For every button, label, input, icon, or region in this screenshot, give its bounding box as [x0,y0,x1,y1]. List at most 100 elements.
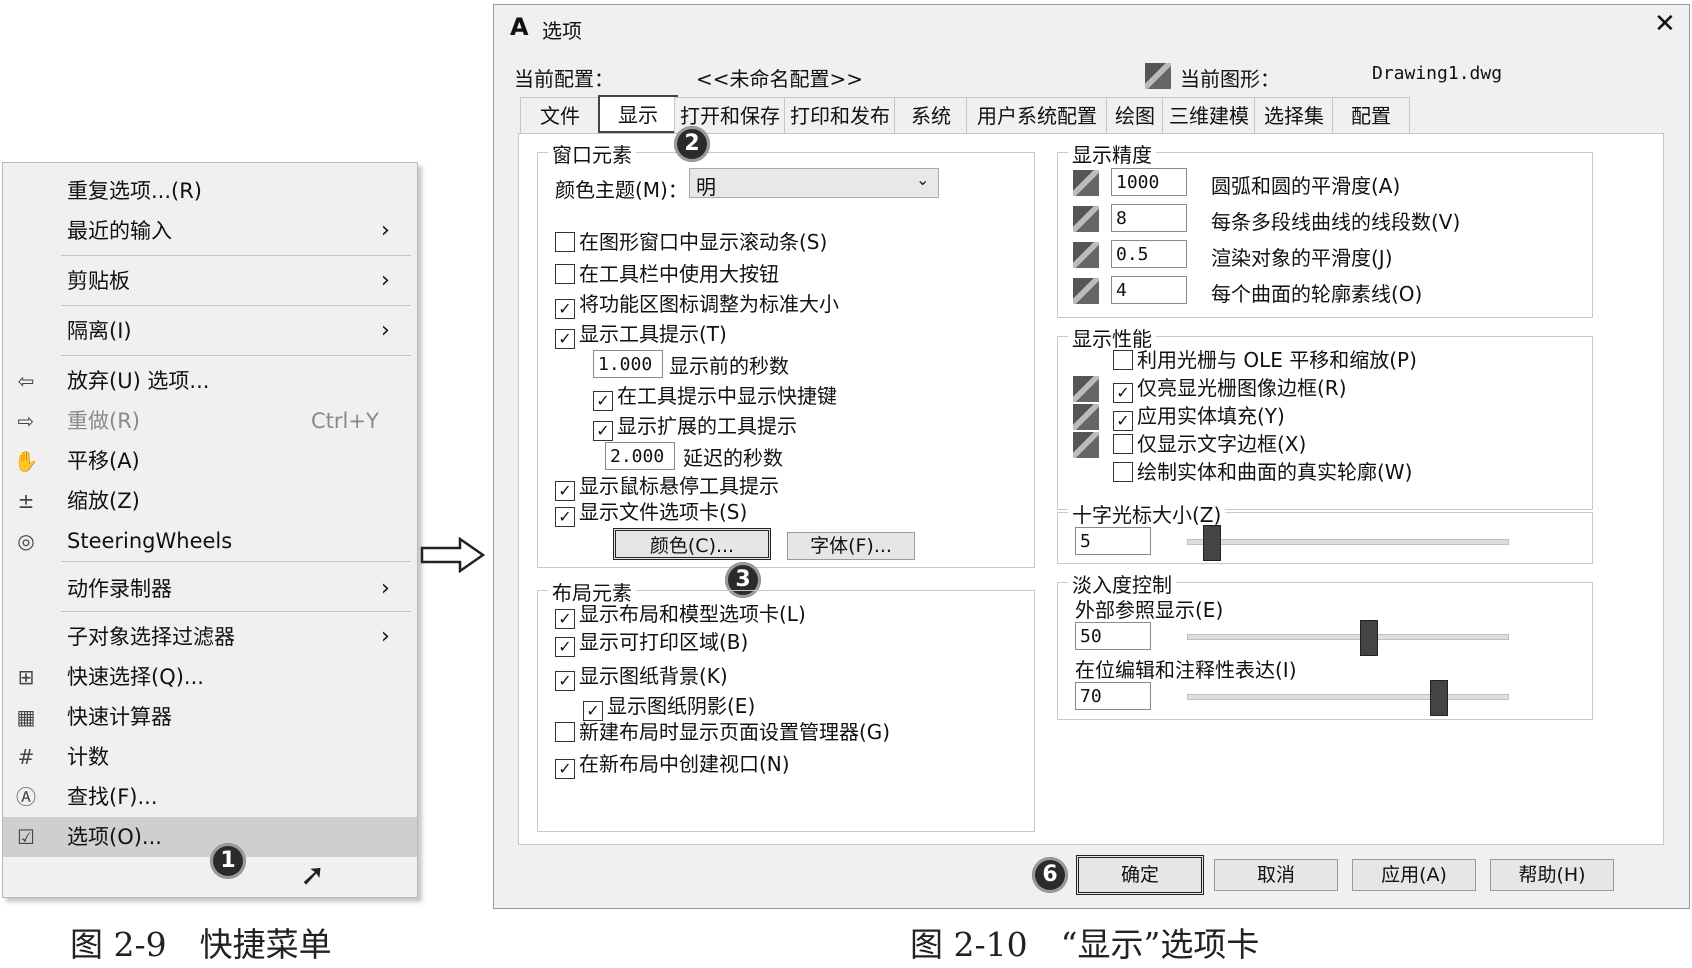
menu-item[interactable]: 动作录制器 › [3,569,417,609]
window-elements-title: 窗口元素 [548,139,636,168]
chevron-right-icon: › [381,268,390,293]
checkbox-option[interactable]: ✓ 显示布局和模型选项卡(L) [555,602,806,629]
tab-4[interactable]: 系统 [894,97,968,134]
tab-3[interactable]: 打印和发布 [784,97,896,134]
context-menu: 重复选项...(R) 最近的输入 › 剪贴板 › 隔离(I) › ⇦ 放弃(U) 选项... ⇨ 重… [2,162,418,898]
checkbox-label: 应用实体填充(Y) [1137,404,1285,428]
menu-item[interactable]: 剪贴板 › [3,261,417,301]
checked-box-icon: ✓ [583,701,603,721]
xref-label: 外部参照显示(E) [1075,598,1224,622]
checked-box-icon: ✓ [1113,411,1133,431]
colors-button[interactable]: 颜色(C)... [613,528,771,560]
redo-icon: ⇨ [17,409,35,433]
menu-item[interactable]: ⇨ 重做(R) Ctrl+Y [3,401,417,441]
figure-caption-right: 图 2-10 “显示”选项卡 [910,925,1260,964]
resolution-input[interactable]: 4 [1111,276,1187,304]
checkbox-option[interactable]: 仅显示文字边框(X) [1113,432,1306,456]
apply-button[interactable]: 应用(A) [1352,859,1476,891]
color-scheme-label: 颜色主题(M)： [555,178,688,202]
crosshair-size-input[interactable]: 5 [1075,527,1151,555]
file-tabs-checkbox[interactable]: ✓ 显示文件选项卡(S) [555,500,747,527]
menu-item-label: 子对象选择过滤器 [67,625,235,649]
checkbox-option[interactable]: 在工具栏中使用大按钮 [555,262,779,286]
checkbox-option[interactable]: ✓ 仅亮显光栅图像边框(R) [1113,376,1347,403]
menu-item[interactable]: 最近的输入 › [3,211,417,251]
menu-item[interactable]: 重复选项...(R) [3,171,417,211]
find-icon: Ⓐ [16,785,36,809]
ok-button[interactable]: 确定 [1076,855,1204,895]
profile-label: 当前配置： [514,67,614,91]
delay-seconds-input[interactable]: 2.000 [605,442,675,470]
menu-item[interactable]: ± 缩放(Z) [3,481,417,521]
autocad-logo-icon: A [510,13,529,41]
menu-item[interactable]: ✋ 平移(A) [3,441,417,481]
tab-1[interactable]: 显示 [598,95,678,133]
resolution-input[interactable]: 0.5 [1111,240,1187,268]
checkbox-option[interactable]: 新建布局时显示页面设置管理器(G) [555,720,890,744]
checkbox-label: 显示工具提示(T) [579,322,727,346]
figure-caption-left: 图 2-9 快捷菜单 [70,925,332,964]
menu-item[interactable]: ⊞ 快速选择(Q)... [3,657,417,697]
menu-item-label: 计数 [67,745,109,769]
unchecked-box-icon [1113,350,1133,370]
checked-box-icon: ✓ [555,637,575,657]
resolution-input[interactable]: 8 [1111,204,1187,232]
menu-item[interactable]: 子对象选择过滤器 › [3,617,417,657]
show-shortcut-checkbox[interactable]: ✓ 在工具提示中显示快捷键 [593,384,837,411]
checkbox-option[interactable]: ✓ 显示图纸阴影(E) [583,694,755,721]
tab-6[interactable]: 绘图 [1106,97,1164,134]
tooltip-seconds-input[interactable]: 1.000 [593,350,663,378]
resolution-input[interactable]: 1000 [1111,168,1187,196]
fonts-button[interactable]: 字体(F)... [787,532,915,560]
crosshair-slider-thumb[interactable] [1202,525,1221,561]
checkbox-option[interactable]: 利用光栅与 OLE 平移和缩放(P) [1113,348,1417,372]
close-icon[interactable]: ✕ [1654,9,1676,39]
xref-slider-track[interactable] [1187,634,1509,640]
menu-item-label: 隔离(I) [67,319,132,343]
drawing-label: 当前图形： [1180,67,1280,91]
xref-slider-thumb[interactable] [1360,620,1379,656]
menu-separator [61,355,411,356]
display-tab-pane: 窗口元素 2 颜色主题(M)： 明 ⌄ 在图形窗口中显示滚动条(S) 在工具栏中使… [518,126,1664,845]
tab-8[interactable]: 选择集 [1254,97,1334,134]
chevron-right-icon: › [381,318,390,343]
inplace-slider-thumb[interactable] [1429,680,1448,716]
menu-item-label: 最近的输入 [67,219,172,243]
inplace-slider-track[interactable] [1187,694,1509,700]
callout-badge-1: 1 [210,843,246,879]
checkbox-option[interactable]: ✓ 在新布局中创建视口(N) [555,752,790,779]
callout-badge-6: 6 [1032,857,1068,893]
checkbox-option[interactable]: ✓ 应用实体填充(Y) [1113,404,1285,431]
tab-5[interactable]: 用户系统配置 [966,97,1108,134]
checked-box-icon: ✓ [555,299,575,319]
color-scheme-value: 明 [696,175,716,199]
resolution-label: 每条多段线曲线的线段数(V) [1211,210,1461,234]
checkbox-option[interactable]: ✓ 显示图纸背景(K) [555,664,728,691]
menu-item[interactable]: ⇦ 放弃(U) 选项... [3,361,417,401]
drawing-icon [1073,278,1099,304]
color-scheme-select[interactable]: 明 ⌄ [689,168,939,199]
tab-9[interactable]: 配置 [1332,97,1410,134]
menu-item[interactable]: Ⓐ 查找(F)... [3,777,417,817]
inplace-fade-input[interactable]: 70 [1075,682,1151,710]
tab-7[interactable]: 三维建模 [1162,97,1256,134]
help-button[interactable]: 帮助(H) [1490,859,1614,891]
show-extended-checkbox[interactable]: ✓ 显示扩展的工具提示 [593,414,797,441]
checkbox-option[interactable]: ✓ 显示可打印区域(B) [555,630,748,657]
menu-item[interactable]: ☑ 选项(O)... [3,817,417,857]
checkbox-option[interactable]: 在图形窗口中显示滚动条(S) [555,230,827,254]
checkbox-option[interactable]: ✓ 将功能区图标调整为标准大小 [555,292,839,319]
menu-separator [61,255,411,256]
tab-0[interactable]: 文件 [520,97,600,134]
crosshair-slider-track[interactable] [1187,539,1509,545]
cancel-button[interactable]: 取消 [1214,859,1338,891]
xref-fade-input[interactable]: 50 [1075,622,1151,650]
tooltip-seconds-label: 显示前的秒数 [669,354,789,378]
checkbox-option[interactable]: ✓ 显示工具提示(T) [555,322,727,349]
menu-item[interactable]: # 计数 [3,737,417,777]
checkbox-option[interactable]: 绘制实体和曲面的真实轮廓(W) [1113,460,1412,484]
menu-item[interactable]: ▦ 快速计算器 [3,697,417,737]
menu-item[interactable]: 隔离(I) › [3,311,417,351]
menu-item[interactable]: ◎ SteeringWheels [3,521,417,561]
hover-tooltip-checkbox[interactable]: ✓ 显示鼠标悬停工具提示 [555,474,779,501]
